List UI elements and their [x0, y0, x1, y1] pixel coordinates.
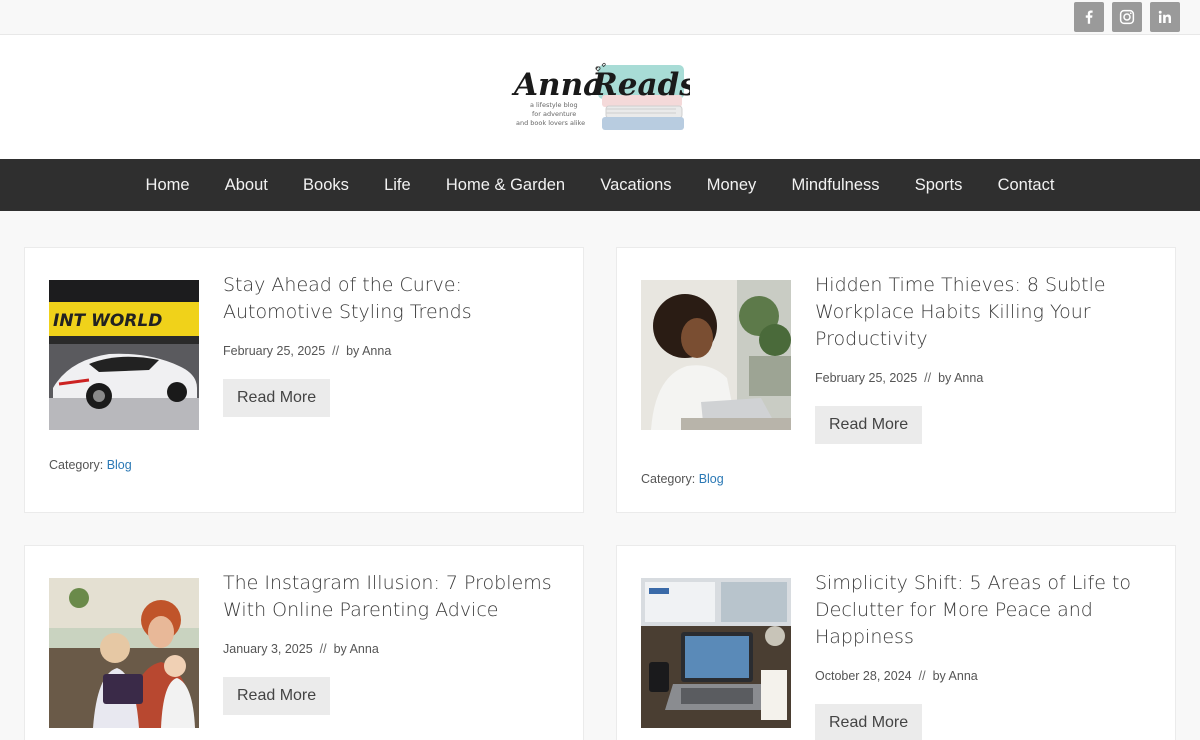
svg-text:INT WORLD: INT WORLD [53, 311, 162, 331]
post-meta: October 28, 2024 // by Anna [815, 669, 978, 683]
category-label: Category: [641, 472, 696, 486]
post-date: October 28, 2024 [815, 669, 912, 683]
post-date: January 3, 2025 [223, 642, 313, 656]
meta-separator: // [319, 642, 327, 656]
nav-item-mindfulness[interactable]: Mindfulness [774, 159, 897, 211]
read-more-button[interactable]: Read More [815, 406, 923, 444]
nav-item-about[interactable]: About [207, 159, 285, 211]
read-more-button[interactable]: Read More [223, 677, 331, 715]
nav-item-vacations[interactable]: Vacations [583, 159, 689, 211]
category-link-blog[interactable]: Blog [699, 472, 724, 486]
post-card: The Instagram Illusion: 7 Problems With … [24, 545, 584, 740]
post-title[interactable]: Hidden Time Thieves: 8 Subtle Workplace … [815, 272, 1160, 353]
nav-item-money[interactable]: Money [689, 159, 774, 211]
post-date: February 25, 2025 [815, 371, 918, 385]
nav-item-contact[interactable]: Contact [980, 159, 1072, 211]
svg-text:and book lovers alike: and book lovers alike [516, 119, 585, 127]
nav-item-sports[interactable]: Sports [897, 159, 980, 211]
post-title[interactable]: Simplicity Shift: 5 Areas of Life to Dec… [815, 570, 1160, 651]
post-thumbnail-desk[interactable] [641, 578, 791, 728]
post-meta: February 25, 2025 // by Anna [815, 371, 983, 385]
post-author[interactable]: by Anna [334, 642, 379, 656]
facebook-icon[interactable] [1074, 2, 1104, 32]
post-title[interactable]: The Instagram Illusion: 7 Problems With … [223, 570, 568, 624]
post-card: INT WORLD Stay Ahead of the Curve: Autom… [24, 247, 584, 513]
site-header: Anna Reads a lifestyle blog for adventur… [0, 35, 1200, 159]
post-category: Category: Blog [641, 472, 724, 486]
read-more-button[interactable]: Read More [815, 704, 923, 740]
post-author[interactable]: by Anna [938, 371, 983, 385]
post-title[interactable]: Stay Ahead of the Curve: Automotive Styl… [223, 272, 568, 326]
post-author[interactable]: by Anna [933, 669, 978, 683]
read-more-button[interactable]: Read More [223, 379, 331, 417]
post-thumbnail-parenting[interactable] [49, 578, 199, 728]
meta-separator: // [918, 669, 926, 683]
svg-text:for adventure: for adventure [532, 110, 576, 118]
meta-separator: // [924, 371, 932, 385]
post-author[interactable]: by Anna [346, 344, 391, 358]
site-logo[interactable]: Anna Reads a lifestyle blog for adventur… [510, 57, 697, 137]
post-category: Category: Blog [49, 458, 132, 472]
meta-separator: // [332, 344, 340, 358]
top-bar [0, 0, 1200, 35]
post-card: Simplicity Shift: 5 Areas of Life to Dec… [616, 545, 1176, 740]
nav-item-home[interactable]: Home [128, 159, 207, 211]
nav-item-home-garden[interactable]: Home & Garden [428, 159, 582, 211]
post-thumbnail-workplace[interactable] [641, 280, 791, 430]
category-link-blog[interactable]: Blog [107, 458, 132, 472]
nav-item-life[interactable]: Life [367, 159, 429, 211]
main-nav: Home About Books Life Home & Garden Vaca… [0, 159, 1200, 211]
svg-text:Reads: Reads [591, 67, 690, 103]
post-meta: January 3, 2025 // by Anna [223, 642, 379, 656]
nav-item-books[interactable]: Books [285, 159, 366, 211]
post-date: February 25, 2025 [223, 344, 326, 358]
instagram-icon[interactable] [1112, 2, 1142, 32]
svg-text:a lifestyle blog: a lifestyle blog [530, 101, 578, 109]
category-label: Category: [49, 458, 104, 472]
linkedin-icon[interactable] [1150, 2, 1180, 32]
svg-text:Anna: Anna [511, 67, 603, 103]
post-thumbnail-car[interactable]: INT WORLD [49, 280, 199, 430]
post-card: Hidden Time Thieves: 8 Subtle Workplace … [616, 247, 1176, 513]
post-meta: February 25, 2025 // by Anna [223, 344, 391, 358]
